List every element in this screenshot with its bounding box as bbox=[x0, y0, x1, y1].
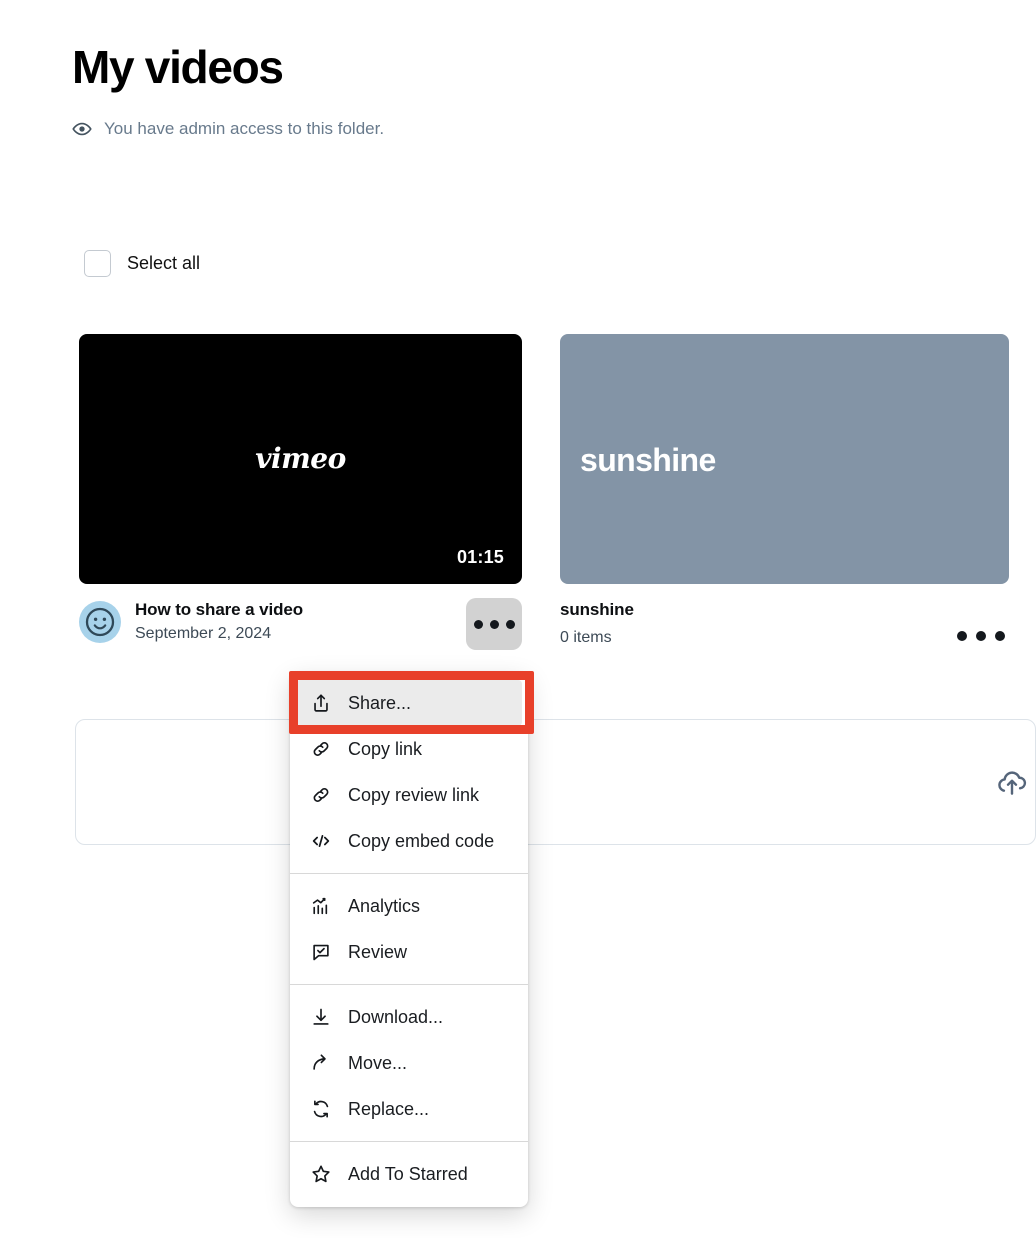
star-icon bbox=[310, 1163, 332, 1185]
select-all-row[interactable]: Select all bbox=[84, 250, 200, 277]
folder-meta-row: sunshine 0 items bbox=[560, 600, 1009, 662]
cloud-upload-icon[interactable] bbox=[995, 766, 1029, 800]
folder-card[interactable]: sunshine sunshine 0 items bbox=[560, 334, 1009, 662]
menu-item-review[interactable]: Review bbox=[296, 929, 522, 975]
more-options-icon bbox=[957, 631, 967, 641]
more-options-icon bbox=[995, 631, 1005, 641]
menu-item-label: Copy link bbox=[348, 739, 423, 759]
analytics-icon bbox=[310, 895, 332, 917]
vimeo-logo: vimeo bbox=[255, 442, 346, 475]
menu-item-label: Copy review link bbox=[348, 785, 480, 805]
menu-item-copy-link[interactable]: Copy link bbox=[296, 726, 522, 772]
menu-item-label: Replace... bbox=[348, 1099, 430, 1119]
select-all-label: Select all bbox=[127, 253, 201, 273]
menu-item-label: Add To Starred bbox=[348, 1164, 468, 1184]
video-thumbnail[interactable]: vimeo 01:15 bbox=[79, 334, 522, 584]
menu-item-label: Download... bbox=[348, 1007, 444, 1027]
access-note-text: You have admin access to this folder. bbox=[104, 119, 385, 138]
review-icon bbox=[310, 941, 332, 963]
access-note: You have admin access to this folder. bbox=[72, 116, 384, 142]
replace-refresh-icon bbox=[310, 1098, 332, 1120]
menu-item-replace[interactable]: Replace... bbox=[296, 1086, 522, 1132]
menu-item-label: Copy embed code bbox=[348, 831, 495, 851]
more-options-icon bbox=[976, 631, 986, 641]
folder-title: sunshine bbox=[560, 600, 634, 619]
video-meta-row: How to share a video September 2, 2024 bbox=[79, 598, 522, 660]
move-arrow-icon bbox=[310, 1052, 332, 1074]
link-icon bbox=[310, 784, 332, 806]
link-icon bbox=[310, 738, 332, 760]
menu-item-move[interactable]: Move... bbox=[296, 1040, 522, 1086]
menu-item-copy-embed-code[interactable]: Copy embed code bbox=[296, 818, 522, 864]
video-meta-text: How to share a video September 2, 2024 bbox=[135, 598, 303, 643]
folder-more-options-button[interactable] bbox=[953, 616, 1009, 656]
folder-item-count: 0 items bbox=[560, 629, 612, 646]
select-all-checkbox[interactable] bbox=[84, 250, 111, 277]
share-icon bbox=[310, 692, 332, 714]
video-date: September 2, 2024 bbox=[135, 625, 272, 642]
menu-item-analytics[interactable]: Analytics bbox=[296, 883, 522, 929]
more-options-icon bbox=[473, 619, 483, 629]
menu-item-add-to-starred[interactable]: Add To Starred bbox=[296, 1151, 522, 1197]
folder-thumbnail[interactable]: sunshine bbox=[560, 334, 1009, 584]
menu-item-label: Analytics bbox=[348, 896, 421, 916]
video-duration: 01:15 bbox=[456, 547, 504, 567]
menu-item-copy-review-link[interactable]: Copy review link bbox=[296, 772, 522, 818]
my-videos-page: My videos You have admin access to this … bbox=[0, 0, 1036, 1238]
code-embed-icon bbox=[310, 830, 332, 852]
video-card[interactable]: vimeo 01:15 How to share a video Septemb… bbox=[79, 334, 522, 660]
download-icon bbox=[310, 1006, 332, 1028]
page-title: My videos bbox=[72, 41, 284, 93]
video-title: How to share a video bbox=[135, 600, 304, 619]
more-options-icon bbox=[489, 619, 499, 629]
menu-item-label: Share... bbox=[348, 693, 412, 713]
smiley-avatar-icon bbox=[79, 601, 121, 643]
menu-item-label: Review bbox=[348, 942, 408, 962]
upload-dropzone[interactable] bbox=[75, 719, 1036, 845]
menu-item-label: Move... bbox=[348, 1053, 408, 1073]
menu-divider bbox=[290, 1141, 528, 1142]
context-menu[interactable]: Share... Copy link Copy review link Copy… bbox=[290, 672, 528, 1207]
menu-item-download[interactable]: Download... bbox=[296, 994, 522, 1040]
menu-item-share[interactable]: Share... bbox=[296, 680, 522, 726]
video-more-options-button[interactable] bbox=[466, 598, 522, 650]
more-options-icon bbox=[505, 619, 515, 629]
eye-icon bbox=[72, 119, 92, 139]
menu-divider bbox=[290, 984, 528, 985]
menu-divider bbox=[290, 873, 528, 874]
folder-thumbnail-label: sunshine bbox=[580, 442, 716, 478]
